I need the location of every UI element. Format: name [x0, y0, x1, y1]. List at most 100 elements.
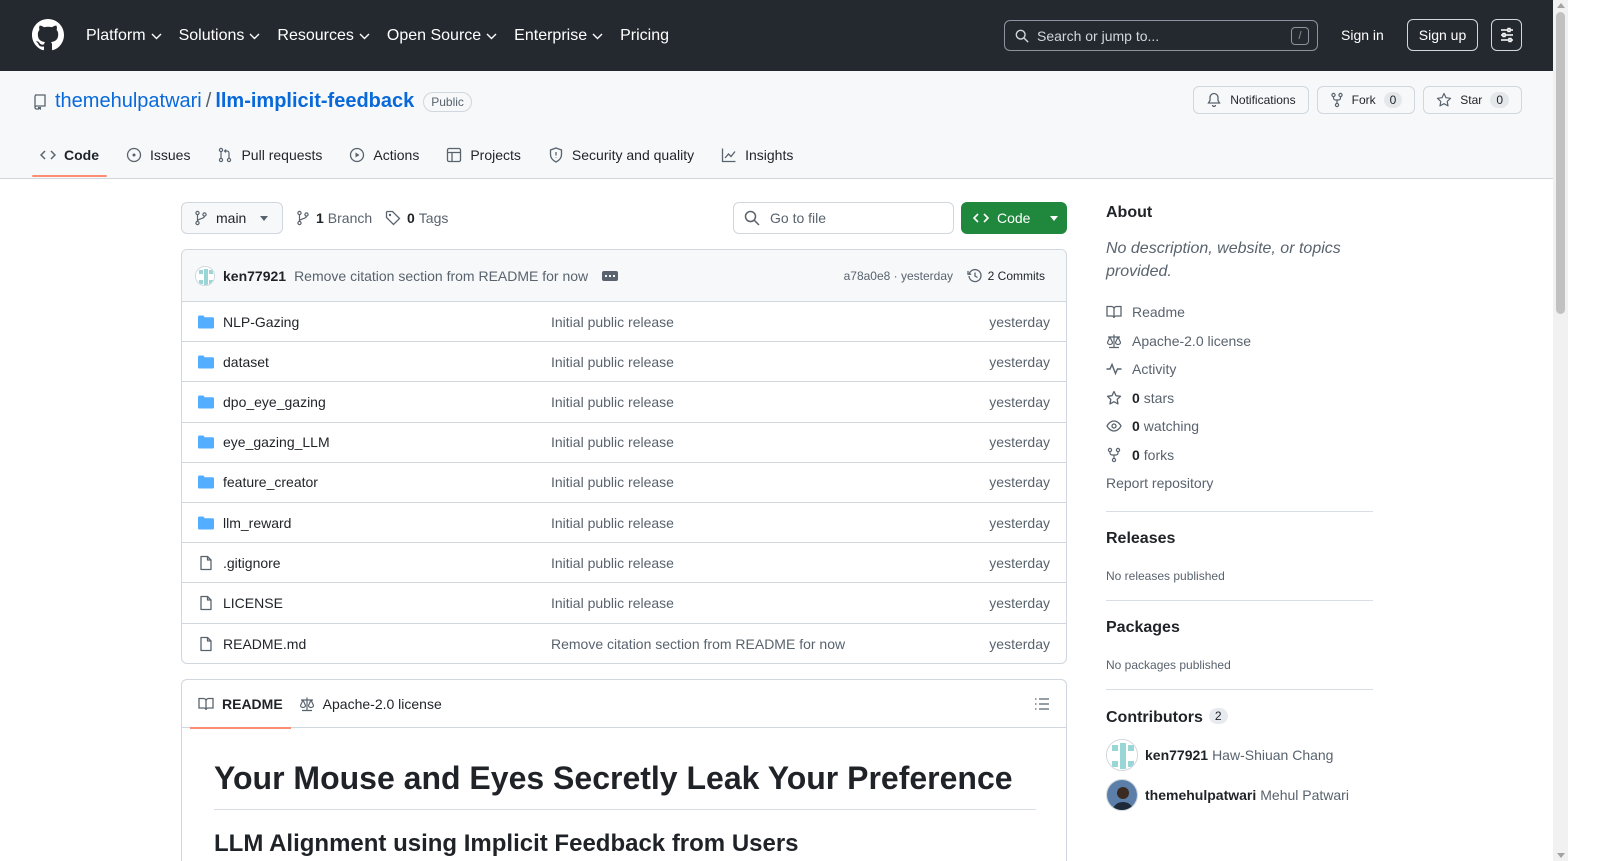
contributors-heading: Contributors 2 — [1106, 708, 1373, 727]
latest-commit-bar: ken77921 Remove citation section from RE… — [182, 250, 1066, 302]
file-row[interactable]: .gitignore Initial public release yesterda… — [182, 543, 1066, 584]
file-commit-message-link[interactable]: Initial public release — [551, 515, 674, 531]
about-link-forks[interactable]: 0 forks — [1106, 441, 1373, 470]
file-row[interactable]: llm_reward Initial public release yesterda… — [182, 503, 1066, 544]
eye-icon — [1106, 420, 1122, 432]
code-dropdown-button[interactable]: Code — [961, 202, 1067, 234]
tab-license-label: Apache-2.0 license — [322, 695, 442, 712]
repo-owner-link[interactable]: themehulpatwari — [55, 90, 202, 113]
about-title: About — [1106, 204, 1153, 221]
global-search-input[interactable]: Search or jump to... / — [1004, 20, 1318, 51]
file-name-link[interactable]: dpo_eye_gazing — [223, 394, 326, 410]
nav-open-source[interactable]: Open Source — [387, 27, 497, 45]
github-logo-icon[interactable] — [32, 19, 64, 51]
chevron-down-icon — [359, 33, 370, 40]
file-commit-message-link[interactable]: Initial public release — [551, 555, 674, 571]
tab-readme[interactable]: README — [190, 680, 291, 729]
tab-code[interactable]: Code — [32, 135, 107, 177]
tab-issues[interactable]: Issues — [118, 135, 198, 175]
about-link-readme[interactable]: Readme — [1106, 298, 1373, 327]
play-icon — [350, 147, 365, 163]
nav-solutions[interactable]: Solutions — [179, 27, 261, 45]
contributors-count: 2 — [1208, 708, 1228, 724]
avatar[interactable] — [1106, 739, 1138, 771]
scrollbar-thumb[interactable] — [1556, 12, 1565, 314]
branch-selector[interactable]: main — [181, 202, 283, 234]
file-row[interactable]: NLP-Gazing Initial public release yesterda… — [182, 302, 1066, 343]
scroll-down-arrow-icon[interactable] — [1557, 853, 1565, 858]
file-commit-message-link[interactable]: Initial public release — [551, 595, 674, 611]
file-commit-message-link[interactable]: Initial public release — [551, 314, 674, 330]
page-scrollbar[interactable] — [1553, 0, 1568, 861]
avatar[interactable] — [195, 265, 215, 286]
chevron-down-icon — [249, 33, 260, 40]
contributors-title[interactable]: Contributors — [1106, 709, 1203, 726]
tab-projects[interactable]: Projects — [438, 135, 529, 175]
file-commit-message-link[interactable]: Remove citation section from README for … — [551, 636, 845, 652]
tab-security[interactable]: Security and quality — [540, 135, 702, 175]
commits-history-link[interactable]: 2 Commits — [967, 268, 1045, 284]
notifications-button[interactable]: Notifications — [1193, 86, 1309, 114]
file-name-link[interactable]: eye_gazing_LLM — [223, 434, 330, 450]
avatar[interactable] — [1106, 779, 1138, 811]
tab-pull-requests[interactable]: Pull requests — [209, 135, 330, 175]
file-name-link[interactable]: dataset — [223, 354, 269, 370]
tags-link[interactable]: 0 Tags — [385, 210, 448, 226]
file-row[interactable]: eye_gazing_LLM Initial public release yest… — [182, 423, 1066, 463]
report-repository-link[interactable]: Report repository — [1106, 469, 1373, 498]
commit-hash-link[interactable]: a78a0e8 · yesterday — [844, 269, 953, 283]
tab-actions[interactable]: Actions — [341, 135, 427, 175]
contributor-name: Haw-Shiuan Chang — [1212, 747, 1334, 763]
expand-commit-ellipsis-icon[interactable] — [602, 270, 619, 281]
about-link-watching[interactable]: 0 watching — [1106, 412, 1373, 441]
nav-enterprise[interactable]: Enterprise — [514, 27, 603, 45]
contributor-item[interactable]: themehulpatwari Mehul Patwari — [1106, 779, 1373, 811]
about-link-label: Readme — [1132, 304, 1185, 321]
repo-name-link[interactable]: llm-implicit-feedback — [215, 90, 414, 113]
nav-resources[interactable]: Resources — [277, 27, 370, 45]
file-name-link[interactable]: NLP-Gazing — [223, 314, 299, 330]
file-name-link[interactable]: LICENSE — [223, 595, 283, 611]
file-name-link[interactable]: llm_reward — [223, 515, 291, 531]
nav-pricing[interactable]: Pricing — [620, 27, 669, 45]
file-name-link[interactable]: feature_creator — [223, 474, 318, 490]
tab-license[interactable]: Apache-2.0 license — [291, 680, 450, 728]
file-row[interactable]: README.md Remove citation section from RE… — [182, 624, 1066, 664]
contributor-item[interactable]: ken77921 Haw-Shiuan Chang — [1106, 739, 1373, 771]
file-row[interactable]: dpo_eye_gazing Initial public release yest… — [182, 382, 1066, 423]
branches-link[interactable]: 1 Branch — [296, 210, 372, 226]
file-updated-time: yesterday — [989, 393, 1050, 410]
about-link-stars[interactable]: 0 stars — [1106, 384, 1373, 413]
file-updated-time: yesterday — [989, 313, 1050, 330]
commit-message-link[interactable]: Remove citation section from README for … — [294, 268, 588, 284]
file-name-link[interactable]: README.md — [223, 636, 306, 652]
file-row[interactable]: LICENSE Initial public release yesterday — [182, 583, 1066, 624]
scroll-up-arrow-icon[interactable] — [1557, 3, 1565, 8]
nav-platform[interactable]: Platform — [86, 27, 162, 45]
divider — [1106, 689, 1373, 690]
file-row[interactable]: dataset Initial public release yesterday — [182, 342, 1066, 383]
star-button[interactable]: Star 0 — [1423, 86, 1522, 114]
global-nav: Platform Solutions Resources Open Source… — [86, 0, 686, 71]
about-link-activity[interactable]: Activity — [1106, 355, 1373, 384]
contributors-section: Contributors 2 ken77921 Haw-Shiuan Chang … — [1106, 689, 1373, 811]
file-commit-message-link[interactable]: Initial public release — [551, 474, 674, 490]
sign-in-link[interactable]: Sign in — [1341, 27, 1384, 43]
packages-title[interactable]: Packages — [1106, 619, 1373, 637]
commit-author-link[interactable]: ken77921 — [223, 268, 286, 284]
tab-insights[interactable]: Insights — [713, 135, 801, 175]
tag-count: 0 — [407, 210, 415, 226]
fork-button[interactable]: Fork 0 — [1316, 86, 1416, 114]
sign-up-button[interactable]: Sign up — [1407, 19, 1478, 51]
file-commit-message-link[interactable]: Initial public release — [551, 394, 674, 410]
repo-path-separator: / — [205, 90, 212, 112]
file-commit-message-link[interactable]: Initial public release — [551, 434, 674, 450]
about-link-apache-2-0-license[interactable]: Apache-2.0 license — [1106, 327, 1373, 356]
releases-title[interactable]: Releases — [1106, 530, 1373, 548]
file-commit-message-link[interactable]: Initial public release — [551, 354, 674, 370]
outline-list-icon[interactable] — [1034, 696, 1050, 712]
file-name-link[interactable]: .gitignore — [223, 555, 281, 571]
header-menu-button[interactable] — [1491, 19, 1522, 51]
file-row[interactable]: feature_creator Initial public release yes… — [182, 463, 1066, 503]
go-to-file-input[interactable]: Go to file — [733, 202, 954, 234]
